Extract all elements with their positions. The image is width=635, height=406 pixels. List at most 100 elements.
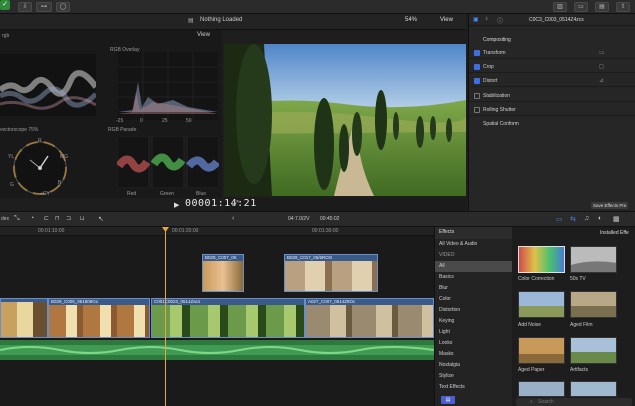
effects-browser-icon[interactable]: ▦ (613, 215, 620, 223)
overwrite-icon[interactable]: ⊔ (80, 215, 85, 222)
category-all-video-audio[interactable]: All Video & Audio (435, 239, 513, 250)
fullscreen-icon[interactable]: ⤢ (232, 199, 238, 209)
inspector-row-spatial-conform[interactable]: Spatial Conform (469, 118, 635, 130)
clip-filmstrip (49, 305, 149, 337)
inspector-row-transform[interactable]: Transform ▭ (469, 47, 635, 59)
installed-effects-menu[interactable]: Installed Effe (600, 230, 629, 236)
primary-clip[interactable] (0, 298, 48, 338)
playhead[interactable] (165, 229, 166, 406)
index-button[interactable]: dex (1, 216, 9, 222)
sidebar-toggle-icon[interactable]: ▤ (441, 396, 455, 404)
category-blur[interactable]: Blur (435, 283, 513, 294)
viewer-layout-icon[interactable]: ▤ (188, 17, 194, 24)
checkbox[interactable] (474, 93, 480, 99)
connected-clip[interactable]: B029_C007_0K (202, 254, 244, 292)
category-stylize[interactable]: Stylize (435, 371, 513, 382)
skimming-toggle-icon[interactable]: ⇆ (570, 215, 576, 223)
inspector-row-distort[interactable]: Distort ⊿ (469, 75, 635, 87)
compositing-section[interactable]: Compositing (483, 37, 511, 43)
save-effects-preset-button[interactable]: Save Effects Pre (591, 202, 629, 209)
video-viewer[interactable] (224, 44, 466, 196)
primary-clip[interactable]: A027_C007_0514Z8Oc (305, 298, 434, 338)
category-distortion[interactable]: Distortion (435, 305, 513, 316)
audio-skimming-icon[interactable]: ♫ (584, 215, 589, 222)
back-icon[interactable]: ‹ (232, 215, 234, 222)
viewer-view-menu[interactable]: View (440, 17, 453, 23)
parade-channel-label: Red (127, 191, 137, 197)
checkmark-icon[interactable]: ✓ (0, 0, 10, 10)
top-toolbar: ✓ ⇩ ⊶ ◯ ▥ ▭ ▤ ⇧ (0, 0, 635, 14)
vectorscope-label: vectorscope 75% (0, 127, 39, 133)
effect-color-correction[interactable] (518, 246, 565, 273)
effect-add-noise[interactable] (518, 291, 565, 318)
effect-label: Aged Paper (518, 367, 545, 373)
timeline-area[interactable]: B029_C007_0K B029_C017_05/5ROG B029_C005… (0, 236, 434, 406)
effect-aged-film[interactable] (570, 291, 617, 318)
effect-next[interactable] (570, 381, 617, 397)
select-tool-icon[interactable]: ↖ (98, 215, 104, 223)
clip-filmstrip (152, 305, 304, 337)
clip-filmstrip (306, 305, 433, 337)
layout-inspector-icon[interactable]: ▤ (595, 2, 609, 12)
import-icon[interactable]: ⇩ (18, 2, 32, 12)
solo-icon[interactable]: ◐ (598, 215, 602, 222)
crop-control-icon[interactable]: ◻ (599, 63, 604, 70)
audio-track[interactable] (0, 340, 434, 360)
category-all[interactable]: All (435, 261, 513, 272)
project-format: 04:7.0/2V (288, 216, 310, 222)
project-duration: 00:45:02 (320, 216, 340, 222)
category-nostalgia[interactable]: Nostalgia (435, 360, 513, 371)
timeline-ruler[interactable]: 00:01:10:00 00:01:20:00 00:01:30:00 (0, 227, 434, 236)
primary-clip[interactable]: B029_C005_051808Gx (48, 298, 150, 338)
insert-icon[interactable]: ⊓ (55, 215, 60, 222)
tool-icon[interactable]: ⤡ (14, 215, 20, 223)
inspector-row-crop[interactable]: Crop ◻ (469, 61, 635, 73)
effects-search-input[interactable] (538, 398, 618, 406)
layout-browser-icon[interactable]: ▥ (553, 2, 567, 12)
audio-inspector-icon[interactable]: ♪ (485, 16, 488, 22)
play-icon[interactable]: ▶ (174, 201, 179, 209)
category-light[interactable]: Light (435, 327, 513, 338)
video-inspector-icon[interactable]: ▣ (473, 16, 479, 23)
row-label: Rolling Shutter (483, 107, 516, 113)
layout-timeline-icon[interactable]: ▭ (574, 2, 588, 12)
effect-next[interactable] (518, 381, 565, 397)
category-color[interactable]: Color (435, 294, 513, 305)
clip-filmstrip (1, 302, 47, 337)
info-inspector-icon[interactable]: ⓘ (497, 16, 503, 25)
category-looks[interactable]: Looks (435, 338, 513, 349)
share-export-icon[interactable]: ⇧ (616, 2, 630, 12)
clip-appearance-icon[interactable]: ▭ (556, 215, 563, 223)
clip-name: C001C0023_0514Zacs (154, 299, 201, 304)
effects-search[interactable]: ⌕ (516, 398, 632, 406)
checkbox[interactable] (474, 50, 480, 56)
connected-clip[interactable]: B029_C017_05/5ROG (284, 254, 378, 292)
checkbox[interactable] (474, 64, 480, 70)
inspector-row-stabilization[interactable]: Stabilization (469, 90, 635, 102)
effect-aged-paper[interactable] (518, 337, 565, 364)
viewer-timecode: 00001:14:21 (185, 198, 257, 209)
inspector-row-rolling-shutter[interactable]: Rolling Shutter (469, 104, 635, 116)
keyword-icon[interactable]: ⊶ (36, 2, 52, 12)
audio-waveform (0, 345, 434, 355)
distort-control-icon[interactable]: ⊿ (599, 77, 604, 84)
category-keying[interactable]: Keying (435, 316, 513, 327)
skimming-icon[interactable]: ◔ (30, 215, 34, 222)
connect-icon[interactable]: ⊏ (44, 215, 49, 222)
checkbox[interactable] (474, 78, 480, 84)
zoom-level[interactable]: 54% (405, 17, 417, 23)
onscreen-control-icon[interactable]: ▭ (599, 49, 605, 56)
scopes-view-menu[interactable]: View (197, 32, 210, 38)
category-basics[interactable]: Basics (435, 272, 513, 283)
primary-clip[interactable]: C001C0023_0514Zacs (151, 298, 305, 338)
effect-50s-tv[interactable] (570, 246, 617, 273)
append-icon[interactable]: ⊐ (66, 215, 71, 222)
rgb-overlay-scope (118, 52, 218, 120)
category-masks[interactable]: Masks (435, 349, 513, 360)
category-text-effects[interactable]: Text Effects (435, 382, 513, 393)
overlay-tick: 50 (186, 118, 192, 124)
share-icon[interactable]: ◯ (56, 2, 70, 12)
checkbox[interactable] (474, 107, 480, 113)
effect-thumbnail (571, 247, 616, 272)
effect-artifacts[interactable] (570, 337, 617, 364)
